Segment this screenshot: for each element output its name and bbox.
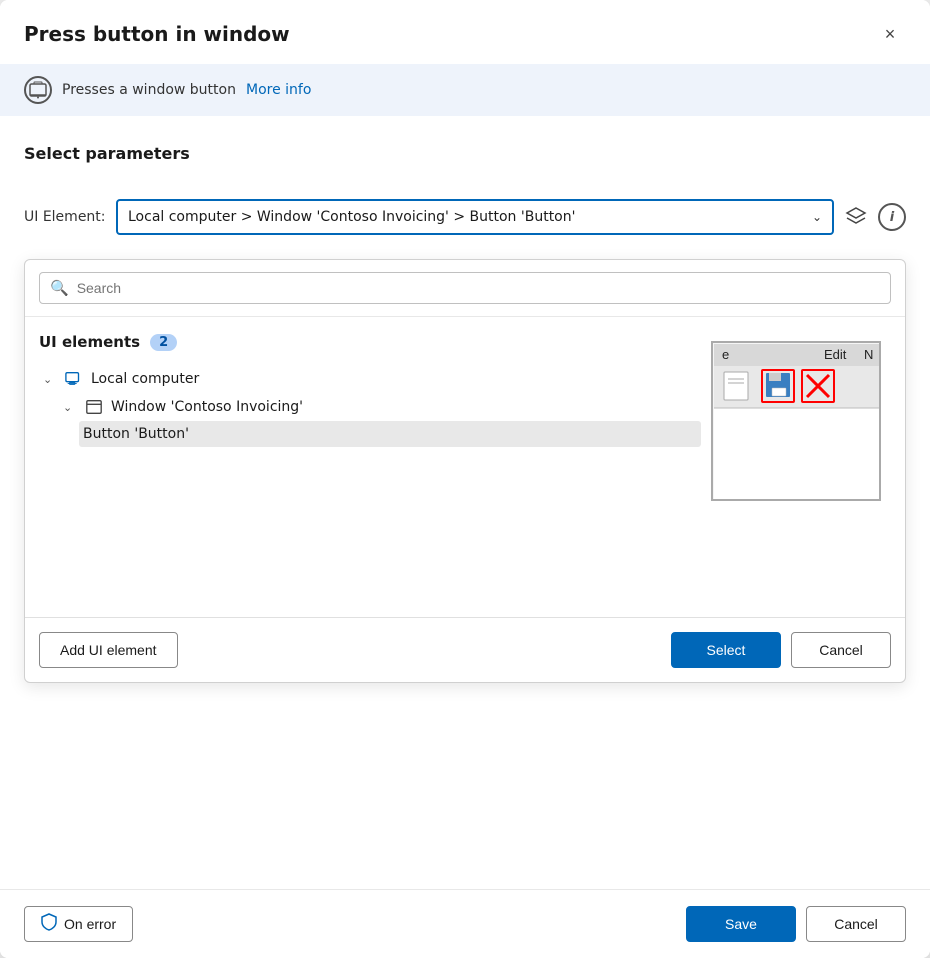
tree-label: UI elements: [39, 333, 140, 351]
info-icon-button[interactable]: i: [878, 203, 906, 231]
info-bar: Presses a window button More info: [0, 64, 930, 116]
preview-panel: Edit e N: [701, 333, 891, 601]
cancel-panel-button[interactable]: Cancel: [791, 632, 891, 668]
chevron-down-icon: ⌄: [812, 210, 822, 224]
search-bar: 🔍: [25, 260, 905, 317]
close-button[interactable]: ×: [874, 18, 906, 50]
window-label: Window 'Contoso Invoicing': [111, 399, 303, 415]
info-bar-text: Presses a window button: [62, 82, 236, 98]
computer-icon: [65, 370, 83, 388]
tree-item-local-computer[interactable]: ⌄ Local computer: [39, 365, 701, 393]
footer-right: Save Cancel: [686, 906, 906, 942]
save-button[interactable]: Save: [686, 906, 796, 942]
section-title: Select parameters: [24, 144, 906, 163]
info-bar-icon: [24, 76, 52, 104]
add-ui-element-button[interactable]: Add UI element: [39, 632, 178, 668]
svg-text:Edit: Edit: [824, 347, 847, 362]
window-icon: [85, 398, 103, 416]
field-label: UI Element:: [24, 209, 106, 225]
tree-badge: 2: [150, 334, 177, 351]
shield-icon: [41, 913, 57, 936]
dialog: Press button in window × Presses a windo…: [0, 0, 930, 958]
preview-image: Edit e N: [711, 341, 881, 501]
field-input-wrapper: Local computer > Window 'Contoso Invoici…: [116, 199, 906, 235]
ui-element-row: UI Element: Local computer > Window 'Con…: [24, 199, 906, 235]
ui-element-dropdown[interactable]: Local computer > Window 'Contoso Invoici…: [116, 199, 834, 235]
on-error-label: On error: [64, 916, 116, 932]
dialog-body: Select parameters UI Element: Local comp…: [0, 116, 930, 889]
layers-icon[interactable]: [842, 203, 870, 231]
select-button[interactable]: Select: [671, 632, 781, 668]
tree-section: UI elements 2 ⌄ Local computer: [39, 333, 701, 601]
more-info-link[interactable]: More info: [246, 82, 311, 98]
dialog-footer: On error Save Cancel: [0, 889, 930, 958]
local-computer-label: Local computer: [91, 371, 199, 387]
panel-footer: Add UI element Select Cancel: [25, 617, 905, 682]
search-input-wrapper[interactable]: 🔍: [39, 272, 891, 304]
dropdown-value: Local computer > Window 'Contoso Invoici…: [128, 209, 812, 225]
on-error-button[interactable]: On error: [24, 906, 133, 942]
dialog-header: Press button in window ×: [0, 0, 930, 64]
dropdown-panel: 🔍 UI elements 2 ⌄: [24, 259, 906, 683]
svg-text:e: e: [722, 347, 729, 362]
tree-header: UI elements 2: [39, 333, 701, 351]
search-input[interactable]: [77, 280, 880, 296]
tree-item-button[interactable]: Button 'Button': [79, 421, 701, 447]
cancel-button[interactable]: Cancel: [806, 906, 906, 942]
button-tree-label: Button 'Button': [83, 426, 189, 442]
search-icon: 🔍: [50, 279, 69, 297]
panel-btn-group: Select Cancel: [671, 632, 891, 668]
chevron-right-icon-2: ⌄: [63, 401, 77, 414]
svg-text:N: N: [864, 347, 873, 362]
tree-panel: UI elements 2 ⌄ Local computer: [25, 317, 905, 617]
tree-item-window[interactable]: ⌄ Window 'Contoso Invoicing': [59, 393, 701, 421]
dialog-title: Press button in window: [24, 22, 290, 46]
preview-svg: Edit e N: [714, 344, 879, 499]
chevron-right-icon: ⌄: [43, 373, 57, 386]
